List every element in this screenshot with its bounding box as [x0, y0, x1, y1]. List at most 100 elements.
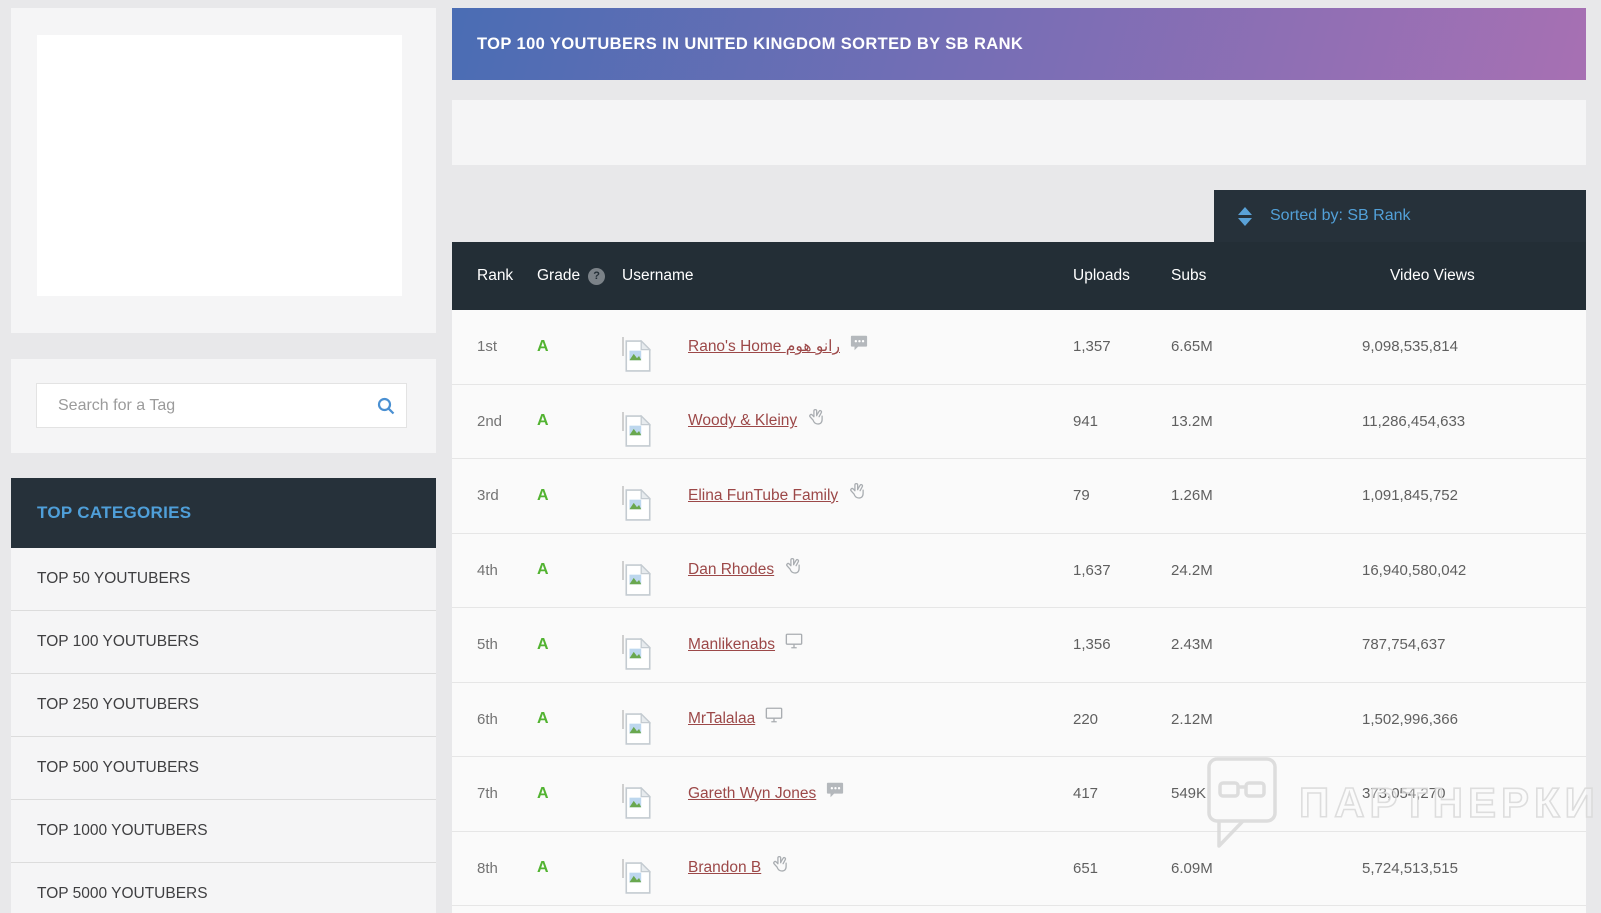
sidebar-category-item-0[interactable]: TOP 50 YOUTUBERS: [11, 548, 436, 611]
channel-link[interactable]: Brandon B: [688, 859, 761, 877]
tag-search-input[interactable]: [37, 397, 366, 415]
channel-link[interactable]: Manlikenabs: [688, 636, 775, 654]
rank-cell: 4th: [477, 562, 537, 579]
rank-cell: 8th: [477, 860, 537, 877]
table-row: 6th A MrTalalaa 220 2.12M 1,502,996,366: [452, 683, 1586, 758]
subs-cell: 2.43M: [1171, 636, 1362, 653]
table-row: 7th A Gareth Wyn Jones 417 549K 373,054,…: [452, 757, 1586, 832]
channel-link[interactable]: MrTalalaa: [688, 710, 755, 728]
channel-link[interactable]: Elina FunTube Family: [688, 487, 838, 505]
monitor-icon: [765, 706, 783, 724]
rank-cell: 3rd: [477, 487, 537, 504]
table-row: 4th A Dan Rhodes 1,637 24.2M 16,940,580,…: [452, 534, 1586, 609]
grade-cell: A: [537, 561, 622, 579]
hand-icon: [784, 557, 803, 576]
views-cell: 1,091,845,752: [1362, 487, 1586, 504]
hand-icon: [848, 482, 867, 501]
top-categories-header: TOP CATEGORIES: [11, 478, 436, 548]
page-banner: TOP 100 YOUTUBERS IN UNITED KINGDOM SORT…: [452, 8, 1586, 80]
sidebar-category-item-2[interactable]: TOP 250 YOUTUBERS: [11, 674, 436, 737]
views-cell: 373,054,270: [1362, 785, 1586, 802]
ad-placeholder: [37, 35, 402, 296]
sidebar-category-item-1[interactable]: TOP 100 YOUTUBERS: [11, 611, 436, 674]
uploads-cell: 79: [1073, 487, 1171, 504]
uploads-cell: 220: [1073, 711, 1171, 728]
header-grade: Grade: [537, 267, 580, 285]
channel-link[interactable]: Dan Rhodes: [688, 561, 774, 579]
hand-icon: [771, 855, 790, 874]
empty-panel-strip: [452, 100, 1586, 165]
tag-search-box: [36, 383, 407, 428]
grade-cell: A: [537, 412, 622, 430]
uploads-cell: 1,357: [1073, 338, 1171, 355]
comment-icon: [826, 781, 844, 799]
subs-cell: 13.2M: [1171, 413, 1362, 430]
main-content: TOP 100 YOUTUBERS IN UNITED KINGDOM SORT…: [452, 0, 1586, 913]
grade-cell: A: [537, 710, 622, 728]
table-body: 1st A Rano's Home رانو هوم 1,357 6.65M 9…: [452, 310, 1586, 906]
channel-link[interactable]: Woody & Kleiny: [688, 412, 797, 430]
subs-cell: 549K: [1171, 785, 1362, 802]
subs-cell: 2.12M: [1171, 711, 1362, 728]
tag-search-panel: [11, 359, 436, 453]
channel-avatar[interactable]: [622, 859, 624, 878]
views-cell: 5,724,513,515: [1362, 860, 1586, 877]
channel-avatar[interactable]: [622, 486, 624, 505]
sidebar-category-item-4[interactable]: TOP 1000 YOUTUBERS: [11, 800, 436, 863]
header-rank: Rank: [477, 267, 537, 285]
views-cell: 1,502,996,366: [1362, 711, 1586, 728]
hand-icon: [807, 408, 826, 427]
grade-cell: A: [537, 338, 622, 356]
subs-cell: 6.65M: [1171, 338, 1362, 355]
table-row: 1st A Rano's Home رانو هوم 1,357 6.65M 9…: [452, 310, 1586, 385]
channel-avatar[interactable]: [622, 412, 624, 431]
channel-avatar[interactable]: [622, 337, 624, 356]
page-title: TOP 100 YOUTUBERS IN UNITED KINGDOM SORT…: [477, 35, 1023, 54]
grade-help-icon[interactable]: ?: [588, 268, 605, 285]
rank-cell: 1st: [477, 338, 537, 355]
uploads-cell: 1,637: [1073, 562, 1171, 579]
grade-cell: A: [537, 785, 622, 803]
subs-cell: 6.09M: [1171, 860, 1362, 877]
monitor-icon: [785, 632, 803, 650]
channel-avatar[interactable]: [622, 784, 624, 803]
rank-cell: 7th: [477, 785, 537, 802]
top-categories-panel: TOP CATEGORIES TOP 50 YOUTUBERS TOP 100 …: [11, 478, 436, 913]
channel-link[interactable]: Gareth Wyn Jones: [688, 785, 816, 803]
comment-icon: [850, 334, 868, 352]
table-row: 5th A Manlikenabs 1,356 2.43M 787,754,63…: [452, 608, 1586, 683]
header-subs: Subs: [1171, 267, 1362, 285]
subs-cell: 1.26M: [1171, 487, 1362, 504]
views-cell: 9,098,535,814: [1362, 338, 1586, 355]
channel-avatar[interactable]: [622, 561, 624, 580]
rank-cell: 6th: [477, 711, 537, 728]
views-cell: 787,754,637: [1362, 636, 1586, 653]
uploads-cell: 417: [1073, 785, 1171, 802]
ad-panel: [11, 8, 436, 333]
grade-cell: A: [537, 859, 622, 877]
top-categories-title: TOP CATEGORIES: [37, 503, 191, 523]
table-header-row: Rank Grade ? Username Uploads Subs Video…: [452, 242, 1586, 310]
table-row: 3rd A Elina FunTube Family 79 1.26M 1,09…: [452, 459, 1586, 534]
channel-avatar[interactable]: [622, 635, 624, 654]
search-icon[interactable]: [366, 396, 406, 416]
grade-cell: A: [537, 487, 622, 505]
views-cell: 11,286,454,633: [1362, 413, 1586, 430]
sorted-by-control[interactable]: Sorted by: SB Rank: [1214, 190, 1586, 242]
uploads-cell: 651: [1073, 860, 1171, 877]
youtubers-table: Rank Grade ? Username Uploads Subs Video…: [452, 242, 1586, 913]
table-row: 8th A Brandon B 651 6.09M 5,724,513,515: [452, 832, 1586, 907]
sidebar-category-item-3[interactable]: TOP 500 YOUTUBERS: [11, 737, 436, 800]
channel-avatar[interactable]: [622, 710, 624, 729]
sidebar-category-item-5[interactable]: TOP 5000 YOUTUBERS: [11, 863, 436, 913]
rank-cell: 2nd: [477, 413, 537, 430]
rank-cell: 5th: [477, 636, 537, 653]
header-username: Username: [622, 267, 1073, 285]
uploads-cell: 941: [1073, 413, 1171, 430]
header-video-views: Video Views: [1362, 267, 1586, 285]
top-categories-list: TOP 50 YOUTUBERS TOP 100 YOUTUBERS TOP 2…: [11, 548, 436, 913]
table-row: 2nd A Woody & Kleiny 941 13.2M 11,286,45…: [452, 385, 1586, 460]
subs-cell: 24.2M: [1171, 562, 1362, 579]
channel-link[interactable]: Rano's Home رانو هوم: [688, 337, 840, 356]
header-uploads: Uploads: [1073, 267, 1171, 285]
